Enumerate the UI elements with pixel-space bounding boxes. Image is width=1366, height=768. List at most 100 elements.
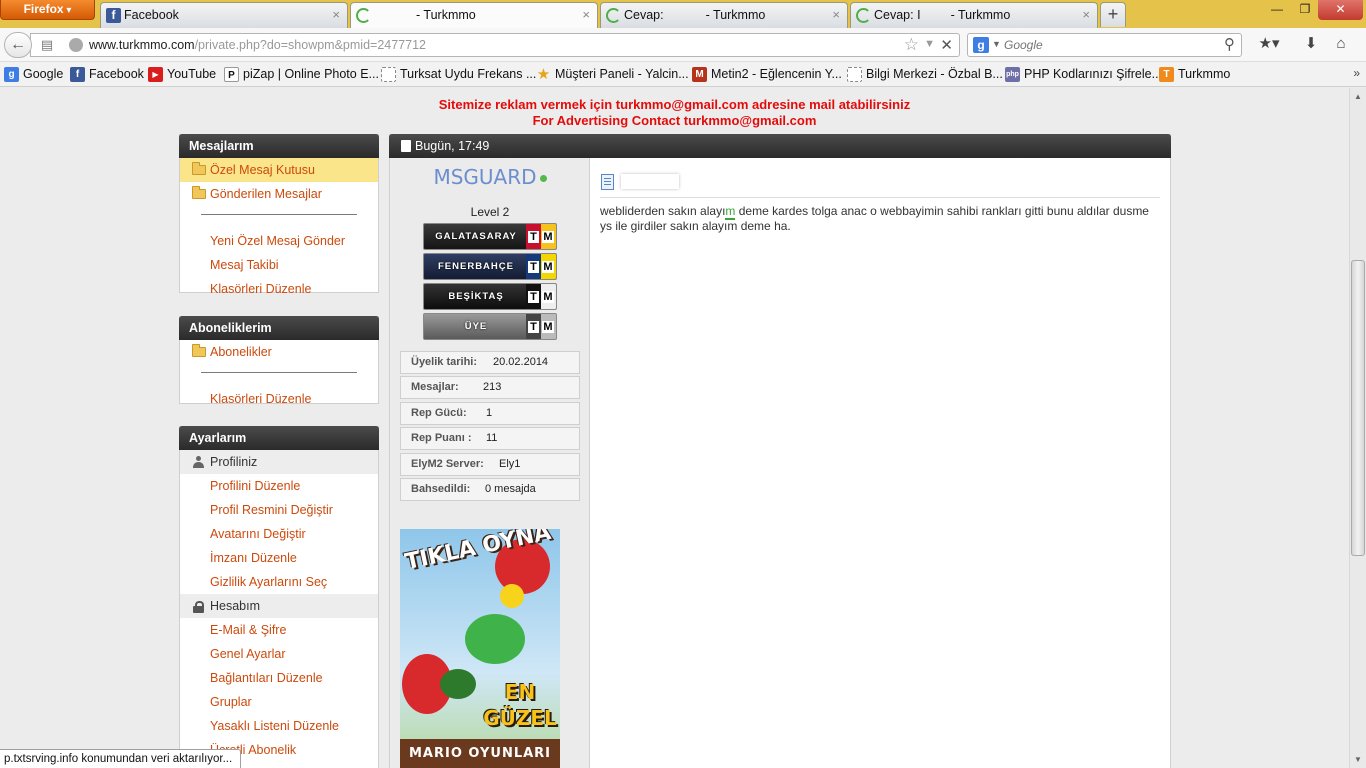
- firefox-menu-button[interactable]: Firefox: [0, 0, 95, 20]
- downloads-icon[interactable]: ⬇: [1300, 33, 1322, 57]
- tab-close-icon[interactable]: ×: [582, 3, 590, 27]
- bookmark-google[interactable]: g Google: [4, 67, 63, 82]
- messages-panel-title: Mesajlarım: [179, 134, 379, 158]
- info-label: Bahsedildi:: [411, 483, 471, 495]
- google-icon[interactable]: g: [973, 37, 989, 53]
- search-icon[interactable]: ⚲: [1224, 35, 1235, 53]
- tab-close-icon[interactable]: ×: [332, 3, 340, 27]
- link-edit-signature[interactable]: İmzanı Düzenle: [180, 546, 378, 570]
- ad-banner-line1[interactable]: Sitemize reklam vermek için turkmmo@gmai…: [0, 97, 1349, 112]
- folder-label: Özel Mesaj Kutusu: [210, 163, 315, 177]
- url-bar[interactable]: ▤ www.turkmmo.com/private.php?do=showpm&…: [30, 33, 960, 57]
- stop-icon[interactable]: ✕: [940, 36, 953, 54]
- scroll-thumb[interactable]: [1351, 260, 1365, 556]
- account-section-header: Hesabım: [180, 594, 378, 618]
- link-edit-ignore-list[interactable]: Yasaklı Listeni Düzenle: [180, 714, 378, 738]
- tab-turkmmo-active[interactable]: - Turkmmo ×: [350, 2, 598, 29]
- tab-cevap-1[interactable]: Cevap: - Turkmmo ×: [600, 2, 848, 28]
- tab-close-icon[interactable]: ×: [832, 3, 840, 27]
- scroll-up-icon[interactable]: ▲: [1350, 88, 1366, 105]
- badge-besiktas: BEŞİKTAŞ TM: [423, 283, 557, 310]
- history-dropdown-icon[interactable]: ▼: [924, 38, 935, 50]
- bookmark-bilgi-merkezi[interactable]: Bilgi Merkezi - Özbal B...: [847, 67, 1003, 82]
- tm-letter: M: [542, 261, 554, 273]
- tm-logo-icon: TM: [526, 314, 556, 339]
- mario-games-ad[interactable]: TIKLA OYNA EN GÜZEL MARIO OYUNLARI: [400, 529, 560, 768]
- tm-logo-icon: TM: [526, 284, 556, 309]
- minimize-icon[interactable]: —: [1262, 0, 1292, 20]
- bookmark-musteri-paneli[interactable]: ★ Müşteri Paneli - Yalcin...: [536, 67, 689, 82]
- info-label: Rep Gücü:: [411, 407, 467, 419]
- php-icon: php: [1005, 67, 1020, 82]
- loading-icon: [606, 8, 621, 23]
- info-server: ElyM2 Server: Ely1: [400, 453, 580, 476]
- home-icon[interactable]: ⌂: [1330, 33, 1352, 57]
- settings-panel-title: Ayarlarım: [179, 426, 379, 450]
- info-value: 20.02.2014: [493, 356, 549, 368]
- online-status-icon: [539, 175, 547, 182]
- bookmarks-overflow-icon[interactable]: »: [1353, 66, 1360, 80]
- bookmarks-menu-icon[interactable]: ★▾: [1253, 33, 1285, 57]
- info-post-count: Mesajlar: 213: [400, 376, 580, 399]
- tab-close-icon[interactable]: ×: [1082, 3, 1090, 27]
- url-text[interactable]: www.turkmmo.com/private.php?do=showpm&pm…: [89, 38, 426, 52]
- bookmark-turkmmo[interactable]: T Turkmmo: [1159, 67, 1230, 82]
- link-edit-profile[interactable]: Profilini Düzenle: [180, 474, 378, 498]
- folder-icon: [192, 186, 206, 199]
- link-groups[interactable]: Gruplar: [180, 690, 378, 714]
- tab-title-suffix: - Turkmmo: [950, 8, 1011, 22]
- link-message-tracking[interactable]: Mesaj Takibi: [180, 253, 378, 277]
- info-rep-power: Rep Gücü: 1: [400, 402, 580, 425]
- back-button[interactable]: ←: [4, 32, 32, 58]
- badge-label: ÜYE: [464, 321, 488, 332]
- folder-sent[interactable]: Gönderilen Mesajlar: [180, 182, 378, 206]
- bookmark-php[interactable]: php PHP Kodlarınızı Şifrele...: [1005, 67, 1162, 82]
- username-link[interactable]: MSGUARD: [390, 165, 590, 189]
- ad-banner-line2[interactable]: For Advertising Contact turkmmo@gmail.co…: [0, 113, 1349, 128]
- link-email-password[interactable]: E-Mail & Şifre: [180, 618, 378, 642]
- link-general-settings[interactable]: Genel Ayarlar: [180, 642, 378, 666]
- tab-title: Cevap: I: [874, 8, 921, 22]
- link-edit-connections[interactable]: Bağlantıları Düzenle: [180, 666, 378, 690]
- tab-cevap-2[interactable]: Cevap: I - Turkmmo ×: [850, 2, 1098, 28]
- tab-title: Facebook: [124, 8, 179, 22]
- restore-icon[interactable]: ❐: [1290, 0, 1320, 20]
- page-info-icon[interactable]: ▤: [39, 37, 55, 53]
- info-mentioned: Bahsedildi: 0 mesajda: [400, 478, 580, 501]
- badge-label: BEŞİKTAŞ: [448, 291, 504, 302]
- close-window-icon[interactable]: ✕: [1318, 0, 1363, 20]
- vertical-scrollbar[interactable]: ▲ ▼: [1349, 88, 1366, 768]
- info-value: Ely1: [499, 458, 521, 470]
- metin2-icon: M: [692, 67, 707, 82]
- bookmark-metin2[interactable]: M Metin2 - Eğlencenin Y...: [692, 67, 842, 82]
- link-edit-folders[interactable]: Klasörleri Düzenle: [180, 277, 378, 301]
- bookmark-star-icon[interactable]: ☆: [904, 35, 919, 55]
- tm-letter: T: [528, 321, 539, 333]
- engine-dropdown-icon[interactable]: ▼: [992, 39, 1001, 49]
- facebook-icon: f: [70, 67, 85, 82]
- link-change-avatar[interactable]: Avatarını Değiştir: [180, 522, 378, 546]
- bookmark-youtube[interactable]: ▶ YouTube: [148, 67, 216, 82]
- username: MSGUARD: [433, 165, 537, 189]
- status-bar: p.txtsrving.info konumundan veri aktarıl…: [0, 749, 242, 768]
- info-rep-points: Rep Puanı : 11: [400, 427, 580, 450]
- bookmark-facebook[interactable]: f Facebook: [70, 67, 144, 82]
- folder-inbox[interactable]: Özel Mesaj Kutusu: [180, 158, 378, 182]
- link-change-profile-picture[interactable]: Profil Resmini Değiştir: [180, 498, 378, 522]
- spellcheck-mark: m: [725, 204, 736, 220]
- search-input[interactable]: [1004, 37, 1204, 53]
- link-edit-subscription-folders[interactable]: Klasörleri Düzenle: [180, 387, 378, 411]
- tab-facebook[interactable]: f Facebook ×: [100, 2, 348, 28]
- scroll-down-icon[interactable]: ▼: [1350, 751, 1366, 768]
- link-new-pm[interactable]: Yeni Özel Mesaj Gönder: [180, 229, 378, 253]
- link-privacy-settings[interactable]: Gizlilik Ayarlarını Seç: [180, 570, 378, 594]
- tm-letter: T: [528, 291, 539, 303]
- folder-subscriptions[interactable]: Abonelikler: [180, 340, 378, 364]
- bookmark-turksat[interactable]: Turksat Uydu Frekans ...: [381, 67, 536, 82]
- bookmark-pizap[interactable]: PpiZap | Online Photo E...: [224, 67, 379, 82]
- section-label: Profiliniz: [210, 455, 258, 469]
- page-viewport: Sitemize reklam vermek için turkmmo@gmai…: [0, 88, 1349, 768]
- loading-icon: [356, 8, 371, 23]
- new-tab-button[interactable]: +: [1100, 2, 1126, 27]
- search-bar[interactable]: g ▼ ⚲: [967, 33, 1242, 57]
